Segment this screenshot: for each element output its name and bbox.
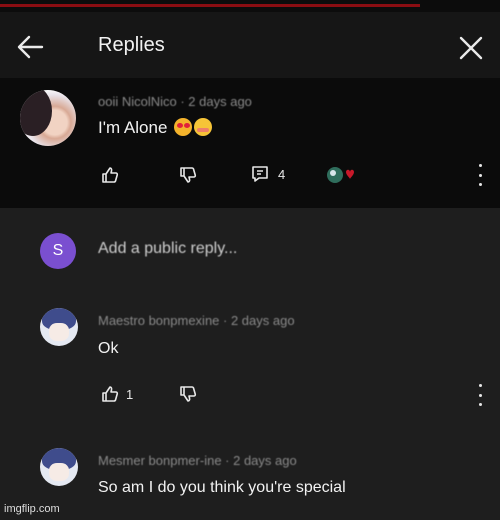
thumbs-down-icon bbox=[178, 165, 198, 185]
comment-text: I'm Alone bbox=[98, 118, 213, 138]
reply-text: Ok bbox=[98, 340, 119, 357]
replies-header: Replies bbox=[0, 12, 500, 78]
more-options-icon[interactable] bbox=[474, 164, 486, 186]
avatar[interactable] bbox=[40, 448, 78, 486]
reply-comment-icon bbox=[250, 164, 272, 184]
reply-input[interactable] bbox=[98, 240, 398, 258]
thumbs-up-icon bbox=[100, 384, 120, 404]
creator-heart-icon bbox=[326, 166, 360, 184]
avatar[interactable] bbox=[40, 308, 78, 346]
like-count: 1 bbox=[126, 386, 134, 402]
comment-text-content: I'm Alone bbox=[98, 118, 168, 137]
reply-author[interactable]: Maestro bonpmexine · 2 days ago bbox=[98, 313, 295, 328]
reply-count-button[interactable]: 4 bbox=[250, 164, 285, 184]
like-button[interactable] bbox=[100, 165, 120, 185]
reply-text: So am I do you think you're special bbox=[98, 479, 346, 496]
creator-heart-badge bbox=[326, 166, 360, 184]
watermark: imgflip.com bbox=[4, 503, 60, 515]
parent-comment: ooii NicolNico · 2 days ago I'm Alone 4 bbox=[0, 78, 500, 208]
more-options-icon[interactable] bbox=[474, 384, 486, 406]
avatar: S bbox=[40, 233, 76, 269]
like-button[interactable]: 1 bbox=[100, 384, 133, 404]
comment-author[interactable]: ooii NicolNico · 2 days ago bbox=[98, 94, 252, 109]
status-bar-accent bbox=[0, 0, 500, 12]
close-icon[interactable] bbox=[455, 32, 487, 64]
flushed-emoji-icon bbox=[194, 118, 213, 136]
thumbs-down-icon bbox=[178, 384, 198, 404]
dislike-button[interactable] bbox=[178, 165, 198, 185]
avatar[interactable] bbox=[20, 90, 76, 146]
add-reply-row: S bbox=[0, 208, 500, 294]
progress-bar bbox=[0, 4, 420, 7]
heart-eyes-emoji-icon bbox=[174, 118, 193, 136]
back-arrow-icon[interactable] bbox=[14, 32, 46, 62]
page-title: Replies bbox=[98, 34, 165, 56]
reply-author[interactable]: Mesmer bonpmer-ine · 2 days ago bbox=[98, 453, 297, 468]
reply-count: 4 bbox=[278, 166, 286, 182]
thumbs-up-icon bbox=[100, 165, 120, 185]
dislike-button[interactable] bbox=[178, 384, 198, 404]
